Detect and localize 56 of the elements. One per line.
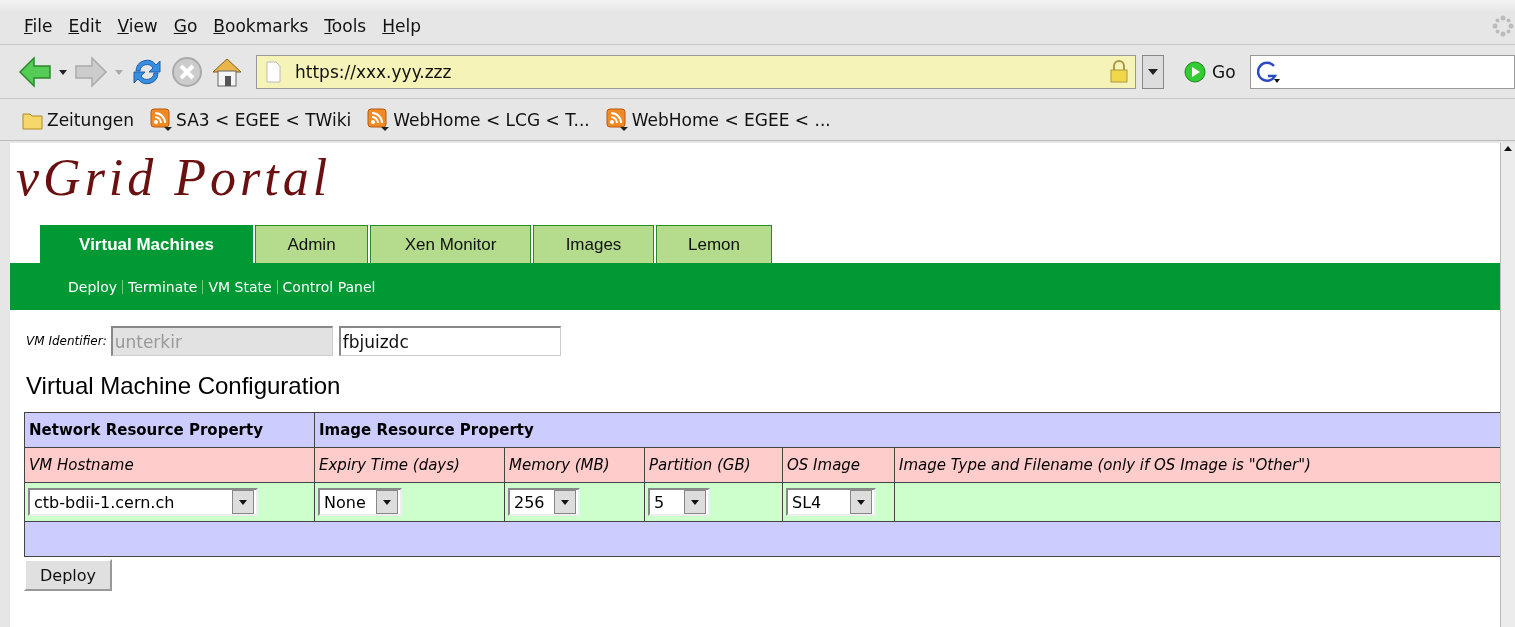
dropdown[interactable]: None	[318, 488, 402, 516]
caret-icon	[690, 497, 700, 507]
play-icon	[1184, 60, 1206, 83]
address-field[interactable]: https://xxx.yyy.zzz	[256, 54, 1136, 89]
column-header: Image Type and Filename (only if OS Image is "Other")	[894, 447, 1500, 483]
field-label: VM Identifier:	[26, 334, 107, 348]
text-field[interactable]: fbjuizdc	[338, 326, 561, 356]
back-arrow-icon[interactable]	[18, 54, 52, 89]
search-engine-icon	[1256, 59, 1281, 84]
nav-tab[interactable]: Admin	[255, 225, 368, 263]
menu-item[interactable]: File	[16, 12, 61, 44]
search-field[interactable]	[1249, 54, 1515, 89]
subnav-link[interactable]: Deploy	[68, 278, 118, 295]
dropdown[interactable]: SL4	[786, 488, 876, 516]
group-header: Network Resource Property	[24, 412, 315, 448]
menu-item[interactable]: View	[109, 12, 166, 44]
subnav-link[interactable]: Control Panel	[282, 278, 376, 295]
menu-item[interactable]: Help	[374, 12, 429, 44]
dropdown[interactable]: 5	[648, 488, 710, 516]
portal-logo: vGrid Portal	[16, 149, 332, 207]
throbber-icon	[1491, 14, 1515, 38]
go-button[interactable]: Go	[1170, 60, 1244, 83]
menu-item[interactable]: Tools	[316, 12, 375, 44]
feed-icon	[150, 107, 174, 132]
dropdown[interactable]: 256	[508, 488, 580, 516]
caret-icon	[382, 497, 392, 507]
bookmark-link[interactable]: SA3 < EGEE < TWiki	[150, 107, 352, 132]
column-header: Expiry Time (days)	[314, 447, 505, 483]
nav-tab[interactable]: Images	[533, 225, 654, 263]
column-header: Memory (MB)	[504, 447, 645, 483]
subnav-link[interactable]: VM State	[208, 278, 272, 295]
subnav-link[interactable]: Terminate	[128, 278, 198, 295]
column-header: Partition (GB)	[644, 447, 783, 483]
nav-tab[interactable]: Virtual Machines	[40, 225, 253, 263]
caret-icon	[856, 497, 866, 507]
menu-item[interactable]: Go	[165, 12, 206, 44]
lock-icon	[1109, 59, 1129, 84]
caret-icon	[560, 497, 570, 507]
deploy-button[interactable]: Deploy	[24, 559, 113, 591]
group-header: Image Resource Property	[314, 412, 1500, 448]
history-dropdown-button[interactable]	[1142, 54, 1164, 89]
caret-icon	[238, 497, 248, 507]
menu-item[interactable]: Bookmarks	[205, 12, 317, 44]
feed-icon	[605, 107, 629, 132]
feed-icon	[367, 107, 391, 132]
dropdown[interactable]: ctb-bdii-1.cern.ch	[28, 488, 258, 516]
bookmark-link[interactable]: WebHome < LCG < T...	[367, 107, 590, 132]
column-header: VM Hostname	[24, 447, 315, 483]
bookmark-link[interactable]: WebHome < EGEE < ...	[605, 107, 831, 132]
page-icon	[265, 60, 283, 83]
nav-tab[interactable]: Lemon	[656, 225, 772, 263]
nav-tab[interactable]: Xen Monitor	[370, 225, 531, 263]
column-header: OS Image	[782, 447, 895, 483]
menu-item[interactable]: Edit	[60, 12, 110, 44]
section-heading: Virtual Machine Configuration	[26, 372, 342, 400]
bookmark-link[interactable]: Zeitungen	[22, 109, 135, 130]
